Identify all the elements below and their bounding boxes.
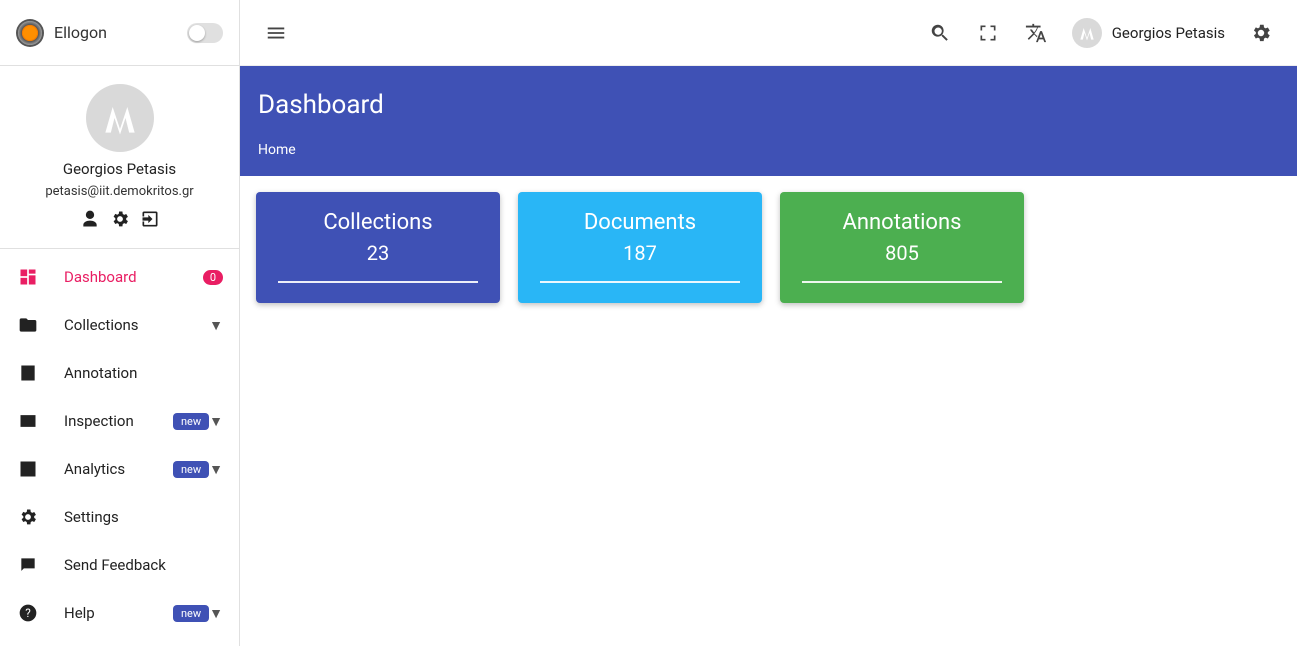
logout-icon[interactable] <box>140 209 160 234</box>
logo-icon <box>16 19 44 47</box>
svg-text:?: ? <box>25 606 31 620</box>
account-icon[interactable] <box>80 209 100 234</box>
main: Georgios Petasis Dashboard Home Collecti… <box>240 0 1297 646</box>
nav-label: Analytics <box>64 460 167 478</box>
brand-name: Ellogon <box>54 23 107 42</box>
translate-button[interactable] <box>1016 13 1056 53</box>
card-value: 805 <box>798 241 1006 265</box>
search-button[interactable] <box>920 13 960 53</box>
card-title: Annotations <box>798 210 1006 235</box>
page-header: Dashboard Home <box>240 66 1297 176</box>
card-divider <box>802 281 1002 283</box>
card-value: 187 <box>536 241 744 265</box>
nav-label: Send Feedback <box>64 556 223 574</box>
nav-label: Collections <box>64 316 209 334</box>
nav-badge: 0 <box>203 270 223 285</box>
card-divider <box>278 281 478 283</box>
fullscreen-button[interactable] <box>968 13 1008 53</box>
analytics-icon <box>16 457 40 481</box>
chevron-down-icon: ▼ <box>209 461 223 478</box>
nav-label: Annotation <box>64 364 223 382</box>
sidebar: Ellogon Georgios Petasis petasis@iit.dem… <box>0 0 240 646</box>
help-icon: ? <box>16 601 40 625</box>
new-chip: new <box>173 605 209 622</box>
card-divider <box>540 281 740 283</box>
nav-analytics[interactable]: Analytics new ▼ <box>0 445 239 493</box>
nav-collections[interactable]: Collections ▼ <box>0 301 239 349</box>
dashboard-icon <box>16 265 40 289</box>
profile-name: Georgios Petasis <box>8 160 231 178</box>
sidebar-header: Ellogon <box>0 0 239 66</box>
nav-label: Settings <box>64 508 223 526</box>
card-title: Collections <box>274 210 482 235</box>
nav-help[interactable]: ? Help new ▼ <box>0 589 239 637</box>
nav-label: Inspection <box>64 412 167 430</box>
document-icon <box>16 361 40 385</box>
gear-icon <box>16 505 40 529</box>
card-annotations[interactable]: Annotations 805 <box>780 192 1024 303</box>
avatar-small <box>1072 18 1102 48</box>
theme-toggle[interactable] <box>187 23 223 43</box>
breadcrumb[interactable]: Home <box>258 142 1279 158</box>
new-chip: new <box>173 413 209 430</box>
nav-feedback[interactable]: Send Feedback <box>0 541 239 589</box>
profile-email: petasis@iit.demokritos.gr <box>8 184 231 199</box>
user-menu[interactable]: Georgios Petasis <box>1064 18 1233 48</box>
dashboard-content: Collections 23 Documents 187 Annotations… <box>240 176 1297 319</box>
chevron-down-icon: ▼ <box>209 605 223 622</box>
profile-panel: Georgios Petasis petasis@iit.demokritos.… <box>0 66 239 249</box>
settings-button[interactable] <box>1241 13 1281 53</box>
menu-button[interactable] <box>256 13 296 53</box>
nav-dashboard[interactable]: Dashboard 0 <box>0 253 239 301</box>
profile-actions <box>8 209 231 234</box>
nav-inspection[interactable]: Inspection new ▼ <box>0 397 239 445</box>
card-value: 23 <box>274 241 482 265</box>
folder-icon <box>16 313 40 337</box>
gear-icon[interactable] <box>110 209 130 234</box>
nav-label: Dashboard <box>64 268 197 286</box>
page-title: Dashboard <box>258 90 1279 120</box>
card-collections[interactable]: Collections 23 <box>256 192 500 303</box>
nav-annotation[interactable]: Annotation <box>0 349 239 397</box>
topbar: Georgios Petasis <box>240 0 1297 66</box>
avatar-large <box>86 84 154 152</box>
new-chip: new <box>173 461 209 478</box>
topbar-user-name: Georgios Petasis <box>1112 24 1225 42</box>
brand-area: Ellogon <box>16 19 107 47</box>
nav-settings[interactable]: Settings <box>0 493 239 541</box>
nav-label: Help <box>64 604 167 622</box>
checklist-icon <box>16 409 40 433</box>
chevron-down-icon: ▼ <box>209 413 223 430</box>
feedback-icon <box>16 553 40 577</box>
chevron-down-icon: ▼ <box>209 317 223 334</box>
nav: Dashboard 0 Collections ▼ Annotation Ins… <box>0 249 239 646</box>
card-documents[interactable]: Documents 187 <box>518 192 762 303</box>
card-title: Documents <box>536 210 744 235</box>
